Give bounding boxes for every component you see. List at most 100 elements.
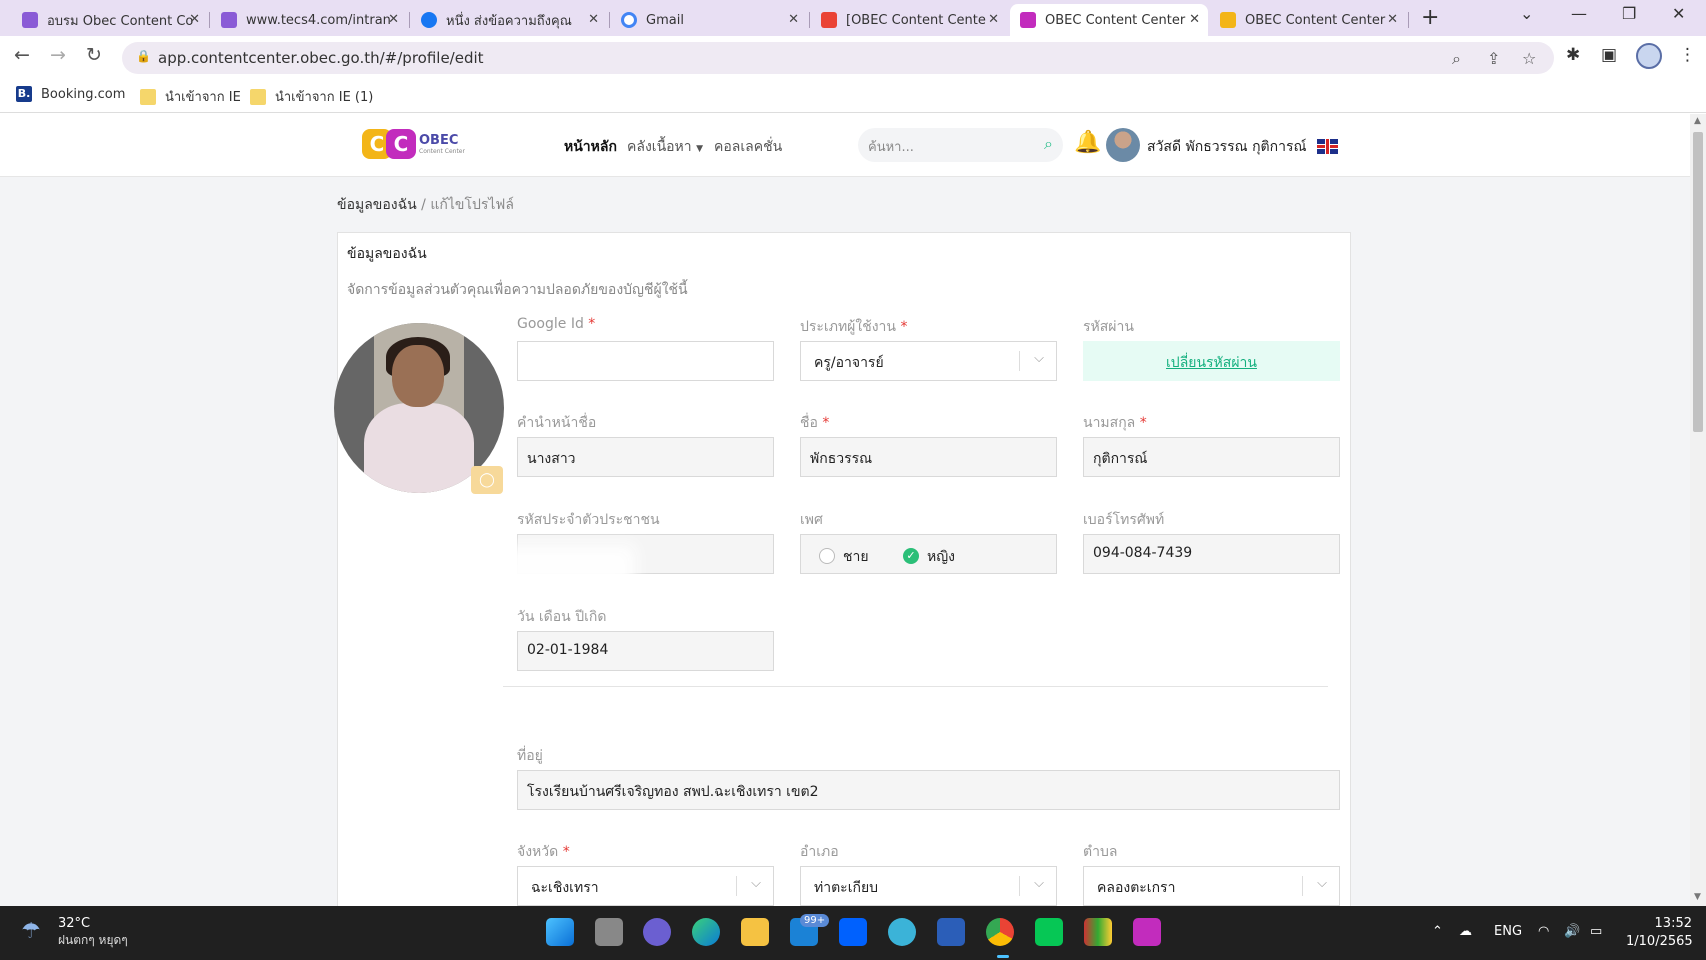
zoom-icon[interactable]: ⌕ <box>1452 49 1461 69</box>
browser-tab[interactable]: Gmail ✕ <box>611 4 807 36</box>
teams-chat-icon[interactable] <box>643 918 671 946</box>
gender-radio-group: ชาย ✓ หญิง <box>800 534 1057 574</box>
windows-start-icon[interactable] <box>546 918 574 946</box>
close-icon[interactable]: ✕ <box>1387 12 1398 27</box>
minimize-icon[interactable]: — <box>1571 4 1587 23</box>
booking-icon: B. <box>16 86 32 102</box>
close-icon[interactable]: ✕ <box>988 12 999 27</box>
share-icon[interactable]: ⇪ <box>1487 49 1500 68</box>
citizen-id-label: รหัสประจำตัวประชาชน <box>517 512 660 528</box>
close-icon[interactable]: ✕ <box>788 12 799 27</box>
user-greeting[interactable]: สวัสดี พักธวรรณ กุติการณ์ <box>1147 136 1307 158</box>
address-field[interactable]: โรงเรียนบ้านศรีเจริญทอง สพป.ฉะเชิงเทรา เ… <box>517 770 1340 810</box>
browser-profile-avatar[interactable] <box>1636 43 1662 69</box>
bookmark-item[interactable]: นำเข้าจาก IE <box>140 86 241 107</box>
browser-tab-active[interactable]: OBEC Content Center ✕ <box>1010 4 1208 36</box>
nav-content-library[interactable]: คลังเนื้อหา ▼ <box>627 136 703 158</box>
gender-female-label[interactable]: หญิง <box>927 546 955 568</box>
user-type-select[interactable]: ครู/อาจารย์ ⌵ <box>800 341 1057 381</box>
notification-bell-icon[interactable]: 🔔 <box>1074 130 1101 155</box>
subdistrict-select[interactable]: คลองตะเกรา ⌵ <box>1083 866 1340 906</box>
browser-menu-icon[interactable]: ⋮ <box>1679 45 1696 65</box>
first-name-field[interactable]: พักธวรรณ <box>800 437 1057 477</box>
prefix-field[interactable]: นางสาว <box>517 437 774 477</box>
close-icon[interactable]: ✕ <box>388 12 399 27</box>
dropbox-icon[interactable] <box>839 918 867 946</box>
change-password-button[interactable]: เปลี่ยนรหัสผ่าน <box>1083 341 1340 381</box>
winrar-icon[interactable] <box>1084 918 1112 946</box>
wifi-icon[interactable]: ◠ <box>1538 924 1549 939</box>
nav-home[interactable]: หน้าหลัก <box>564 136 617 158</box>
line-icon[interactable] <box>1035 918 1063 946</box>
site-search[interactable]: ค้นหา... ⌕ <box>858 128 1063 162</box>
nav-collections[interactable]: คอลเลคชั่น <box>714 136 782 158</box>
last-name-field[interactable]: กุติการณ์ <box>1083 437 1340 477</box>
birthdate-field[interactable]: 02-01-1984 <box>517 631 774 671</box>
side-panel-icon[interactable]: ▣ <box>1601 45 1617 65</box>
reload-icon[interactable]: ↻ <box>86 44 102 66</box>
chevron-down-icon: ⌵ <box>1317 876 1327 891</box>
bookmark-star-icon[interactable]: ☆ <box>1522 49 1536 68</box>
task-view-icon[interactable] <box>595 918 623 946</box>
tray-chevron-icon[interactable]: ⌃ <box>1432 924 1443 939</box>
gender-female-radio[interactable]: ✓ <box>903 548 919 564</box>
user-avatar[interactable] <box>1106 128 1140 162</box>
back-icon[interactable]: ← <box>14 44 30 66</box>
globe-app-icon[interactable] <box>888 918 916 946</box>
close-window-icon[interactable]: ✕ <box>1672 4 1685 23</box>
scrollbar-thumb[interactable] <box>1693 132 1703 432</box>
lock-icon[interactable]: 🔒 <box>136 49 151 63</box>
scroll-up-icon[interactable]: ▲ <box>1694 116 1701 126</box>
browser-tab[interactable]: www.tecs4.com/intran ✕ <box>211 4 407 36</box>
search-input[interactable]: ค้นหา... <box>868 136 914 157</box>
gender-label: เพศ <box>800 512 823 528</box>
bookmarks-bar: B. Booking.com นำเข้าจาก IE นำเข้าจาก IE… <box>0 79 1706 113</box>
bookmark-item[interactable]: นำเข้าจาก IE (1) <box>250 86 373 107</box>
uk-flag-icon[interactable] <box>1317 139 1338 154</box>
subdistrict-value: คลองตะเกรา <box>1097 880 1176 896</box>
close-icon[interactable]: ✕ <box>1189 12 1200 27</box>
phone-field[interactable]: 094-084-7439 <box>1083 534 1340 574</box>
chrome-icon[interactable] <box>986 918 1014 946</box>
browser-tab[interactable]: อบรม Obec Content Co ✕ <box>12 4 208 36</box>
new-tab-icon[interactable]: + <box>1421 5 1439 30</box>
breadcrumb: ข้อมูลของฉัน / แก้ไขโปรไฟล์ <box>337 194 514 216</box>
onedrive-icon[interactable]: ☁ <box>1459 924 1472 939</box>
scroll-down-icon[interactable]: ▼ <box>1694 892 1701 902</box>
gmail-icon <box>821 12 837 28</box>
volume-icon[interactable]: 🔊 <box>1564 924 1580 939</box>
close-icon[interactable]: ✕ <box>189 12 200 27</box>
camera-icon[interactable]: ◯ <box>471 466 503 494</box>
bookmark-item[interactable]: B. Booking.com <box>16 86 125 102</box>
gender-male-label[interactable]: ชาย <box>843 546 869 568</box>
restore-icon[interactable]: ❐ <box>1622 4 1636 23</box>
page-scrollbar[interactable]: ▲ ▼ <box>1690 114 1706 906</box>
word-icon[interactable] <box>937 918 965 946</box>
google-id-field[interactable] <box>517 341 774 381</box>
extensions-icon[interactable]: ✱ <box>1566 45 1580 65</box>
province-select[interactable]: ฉะเชิงเทรา ⌵ <box>517 866 774 906</box>
close-icon[interactable]: ✕ <box>588 12 599 27</box>
obec-app-icon[interactable] <box>1133 918 1161 946</box>
breadcrumb-root[interactable]: ข้อมูลของฉัน <box>337 197 417 213</box>
browser-tab[interactable]: หนึ่ง ส่งข้อความถึงคุณ ✕ <box>411 4 607 36</box>
nav-label: คลังเนื้อหา <box>627 139 692 155</box>
browser-tab[interactable]: OBEC Content Center ✕ <box>1210 4 1406 36</box>
file-explorer-icon[interactable] <box>741 918 769 946</box>
url-omnibox[interactable]: 🔒 app.contentcenter.obec.go.th/#/profile… <box>122 42 1554 74</box>
url-text[interactable]: app.contentcenter.obec.go.th/#/profile/e… <box>158 49 484 67</box>
search-icon[interactable]: ⌕ <box>1044 134 1053 154</box>
gender-male-radio[interactable] <box>819 548 835 564</box>
browser-tab[interactable]: [OBEC Content Cente ✕ <box>811 4 1007 36</box>
battery-icon[interactable]: ▭ <box>1590 924 1602 939</box>
edge-icon[interactable] <box>692 918 720 946</box>
district-select[interactable]: ท่าตะเกียบ ⌵ <box>800 866 1057 906</box>
site-logo[interactable]: C C OBEC Content Center <box>362 129 465 159</box>
facebook-icon <box>421 12 437 28</box>
forward-icon[interactable]: → <box>50 44 66 66</box>
tab-search-chevron-icon[interactable]: ⌄ <box>1520 4 1533 23</box>
weather-widget[interactable]: ☂ 32°C ฝนตกๆ หยุดๆ <box>21 916 128 950</box>
system-clock[interactable]: 13:52 1/10/2565 <box>1626 915 1693 951</box>
language-indicator[interactable]: ENG <box>1494 924 1522 939</box>
tab-title: www.tecs4.com/intran <box>246 12 391 28</box>
